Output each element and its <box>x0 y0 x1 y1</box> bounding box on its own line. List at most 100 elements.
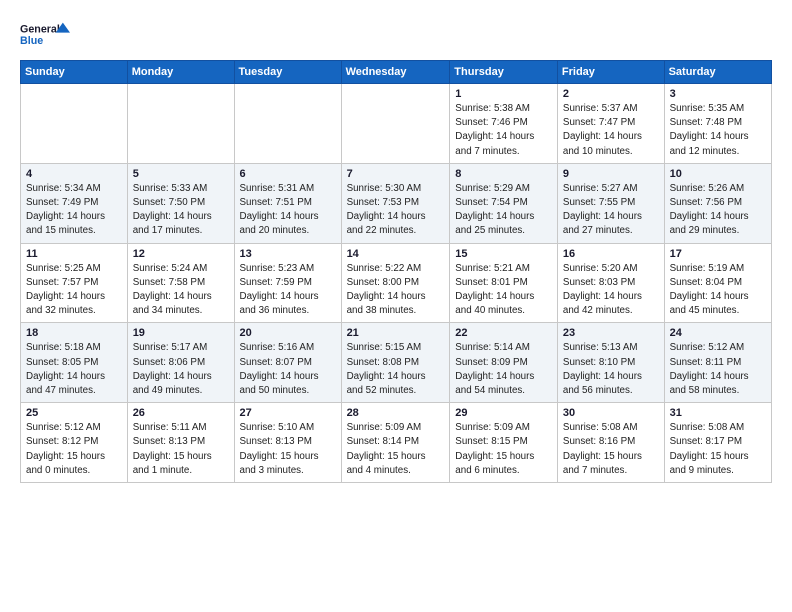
calendar-cell <box>341 84 450 164</box>
calendar-header-monday: Monday <box>127 61 234 84</box>
day-detail: Sunrise: 5:15 AMSunset: 8:08 PMDaylight:… <box>347 341 445 398</box>
day-detail: Sunrise: 5:24 AMSunset: 7:58 PMDaylight:… <box>133 262 229 319</box>
day-detail: Sunrise: 5:27 AMSunset: 7:55 PMDaylight:… <box>563 182 659 239</box>
day-number: 17 <box>670 248 766 260</box>
calendar-cell: 21 Sunrise: 5:15 AMSunset: 8:08 PMDayligh… <box>341 323 450 403</box>
calendar-cell: 4 Sunrise: 5:34 AMSunset: 7:49 PMDaylight… <box>21 163 128 243</box>
calendar-cell <box>21 84 128 164</box>
day-detail: Sunrise: 5:23 AMSunset: 7:59 PMDaylight:… <box>240 262 336 319</box>
calendar-cell: 17Sunrise: 5:19 AMSunset: 8:04 PMDayligh… <box>664 243 771 323</box>
calendar-week-2: 4 Sunrise: 5:34 AMSunset: 7:49 PMDaylight… <box>21 163 772 243</box>
day-detail: Sunrise: 5:21 AMSunset: 8:01 PMDaylight:… <box>455 262 552 319</box>
calendar-cell: 5 Sunrise: 5:33 AMSunset: 7:50 PMDaylight… <box>127 163 234 243</box>
calendar-cell: 11Sunrise: 5:25 AMSunset: 7:57 PMDayligh… <box>21 243 128 323</box>
day-number: 27 <box>240 407 336 419</box>
day-detail: Sunrise: 5:29 AMSunset: 7:54 PMDaylight:… <box>455 182 552 239</box>
day-number: 19 <box>133 327 229 339</box>
calendar-cell: 14Sunrise: 5:22 AMSunset: 8:00 PMDayligh… <box>341 243 450 323</box>
calendar-cell: 30 Sunrise: 5:08 AMSunset: 8:16 PMDayligh… <box>557 403 664 483</box>
calendar: SundayMondayTuesdayWednesdayThursdayFrid… <box>20 60 772 483</box>
day-detail: Sunrise: 5:26 AMSunset: 7:56 PMDaylight:… <box>670 182 766 239</box>
day-detail: Sunrise: 5:37 AMSunset: 7:47 PMDaylight:… <box>563 102 659 159</box>
calendar-cell: 22Sunrise: 5:14 AMSunset: 8:09 PMDayligh… <box>450 323 558 403</box>
calendar-week-3: 11Sunrise: 5:25 AMSunset: 7:57 PMDayligh… <box>21 243 772 323</box>
day-number: 6 <box>240 168 336 180</box>
day-detail: Sunrise: 5:12 AMSunset: 8:12 PMDaylight:… <box>26 421 122 478</box>
day-detail: Sunrise: 5:35 AMSunset: 7:48 PMDaylight:… <box>670 102 766 159</box>
calendar-header-saturday: Saturday <box>664 61 771 84</box>
day-number: 15 <box>455 248 552 260</box>
day-number: 18 <box>26 327 122 339</box>
calendar-cell: 18Sunrise: 5:18 AMSunset: 8:05 PMDayligh… <box>21 323 128 403</box>
calendar-cell: 24 Sunrise: 5:12 AMSunset: 8:11 PMDayligh… <box>664 323 771 403</box>
day-number: 21 <box>347 327 445 339</box>
day-number: 2 <box>563 88 659 100</box>
day-number: 24 <box>670 327 766 339</box>
day-detail: Sunrise: 5:25 AMSunset: 7:57 PMDaylight:… <box>26 262 122 319</box>
day-number: 16 <box>563 248 659 260</box>
calendar-cell: 31 Sunrise: 5:08 AMSunset: 8:17 PMDayligh… <box>664 403 771 483</box>
day-number: 3 <box>670 88 766 100</box>
calendar-cell: 29 Sunrise: 5:09 AMSunset: 8:15 PMDayligh… <box>450 403 558 483</box>
day-detail: Sunrise: 5:10 AMSunset: 8:13 PMDaylight:… <box>240 421 336 478</box>
calendar-cell: 25 Sunrise: 5:12 AMSunset: 8:12 PMDayligh… <box>21 403 128 483</box>
calendar-cell: 9Sunrise: 5:27 AMSunset: 7:55 PMDaylight… <box>557 163 664 243</box>
calendar-cell: 28 Sunrise: 5:09 AMSunset: 8:14 PMDayligh… <box>341 403 450 483</box>
calendar-header-friday: Friday <box>557 61 664 84</box>
day-detail: Sunrise: 5:14 AMSunset: 8:09 PMDaylight:… <box>455 341 552 398</box>
day-detail: Sunrise: 5:33 AMSunset: 7:50 PMDaylight:… <box>133 182 229 239</box>
svg-text:Blue: Blue <box>20 35 43 47</box>
day-detail: Sunrise: 5:08 AMSunset: 8:17 PMDaylight:… <box>670 421 766 478</box>
day-detail: Sunrise: 5:34 AMSunset: 7:49 PMDaylight:… <box>26 182 122 239</box>
day-number: 1 <box>455 88 552 100</box>
day-number: 14 <box>347 248 445 260</box>
header: General Blue <box>20 16 772 52</box>
day-number: 10 <box>670 168 766 180</box>
day-number: 23 <box>563 327 659 339</box>
day-number: 30 <box>563 407 659 419</box>
day-number: 31 <box>670 407 766 419</box>
day-detail: Sunrise: 5:13 AMSunset: 8:10 PMDaylight:… <box>563 341 659 398</box>
day-detail: Sunrise: 5:31 AMSunset: 7:51 PMDaylight:… <box>240 182 336 239</box>
day-number: 4 <box>26 168 122 180</box>
day-number: 13 <box>240 248 336 260</box>
calendar-cell: 1 Sunrise: 5:38 AMSunset: 7:46 PMDaylight… <box>450 84 558 164</box>
calendar-cell: 16 Sunrise: 5:20 AMSunset: 8:03 PMDayligh… <box>557 243 664 323</box>
day-number: 26 <box>133 407 229 419</box>
calendar-cell: 8 Sunrise: 5:29 AMSunset: 7:54 PMDaylight… <box>450 163 558 243</box>
calendar-cell: 3 Sunrise: 5:35 AMSunset: 7:48 PMDaylight… <box>664 84 771 164</box>
logo: General Blue <box>20 16 70 52</box>
day-detail: Sunrise: 5:38 AMSunset: 7:46 PMDaylight:… <box>455 102 552 159</box>
day-detail: Sunrise: 5:30 AMSunset: 7:53 PMDaylight:… <box>347 182 445 239</box>
calendar-header-thursday: Thursday <box>450 61 558 84</box>
day-detail: Sunrise: 5:08 AMSunset: 8:16 PMDaylight:… <box>563 421 659 478</box>
day-detail: Sunrise: 5:16 AMSunset: 8:07 PMDaylight:… <box>240 341 336 398</box>
calendar-cell: 2 Sunrise: 5:37 AMSunset: 7:47 PMDaylight… <box>557 84 664 164</box>
calendar-cell: 12 Sunrise: 5:24 AMSunset: 7:58 PMDayligh… <box>127 243 234 323</box>
calendar-cell <box>127 84 234 164</box>
day-number: 12 <box>133 248 229 260</box>
day-number: 25 <box>26 407 122 419</box>
day-detail: Sunrise: 5:20 AMSunset: 8:03 PMDaylight:… <box>563 262 659 319</box>
day-detail: Sunrise: 5:09 AMSunset: 8:15 PMDaylight:… <box>455 421 552 478</box>
day-number: 29 <box>455 407 552 419</box>
logo-svg: General Blue <box>20 16 70 52</box>
calendar-cell: 26Sunrise: 5:11 AMSunset: 8:13 PMDayligh… <box>127 403 234 483</box>
day-number: 8 <box>455 168 552 180</box>
calendar-cell: 19 Sunrise: 5:17 AMSunset: 8:06 PMDayligh… <box>127 323 234 403</box>
day-detail: Sunrise: 5:09 AMSunset: 8:14 PMDaylight:… <box>347 421 445 478</box>
calendar-cell: 20Sunrise: 5:16 AMSunset: 8:07 PMDayligh… <box>234 323 341 403</box>
calendar-header-wednesday: Wednesday <box>341 61 450 84</box>
calendar-week-4: 18Sunrise: 5:18 AMSunset: 8:05 PMDayligh… <box>21 323 772 403</box>
day-detail: Sunrise: 5:17 AMSunset: 8:06 PMDaylight:… <box>133 341 229 398</box>
calendar-week-5: 25 Sunrise: 5:12 AMSunset: 8:12 PMDayligh… <box>21 403 772 483</box>
svg-text:General: General <box>20 24 60 36</box>
calendar-cell: 13 Sunrise: 5:23 AMSunset: 7:59 PMDayligh… <box>234 243 341 323</box>
day-detail: Sunrise: 5:12 AMSunset: 8:11 PMDaylight:… <box>670 341 766 398</box>
calendar-cell: 7Sunrise: 5:30 AMSunset: 7:53 PMDaylight… <box>341 163 450 243</box>
day-number: 5 <box>133 168 229 180</box>
calendar-week-1: 1 Sunrise: 5:38 AMSunset: 7:46 PMDaylight… <box>21 84 772 164</box>
calendar-cell: 23 Sunrise: 5:13 AMSunset: 8:10 PMDayligh… <box>557 323 664 403</box>
day-number: 28 <box>347 407 445 419</box>
calendar-cell: 6 Sunrise: 5:31 AMSunset: 7:51 PMDaylight… <box>234 163 341 243</box>
